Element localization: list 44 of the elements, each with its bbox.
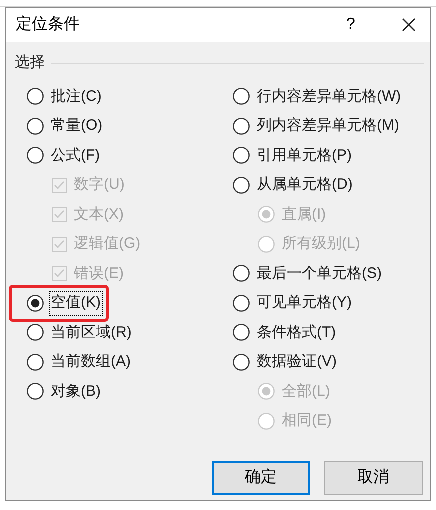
option-label: 相同(E)	[281, 411, 333, 431]
radio-button[interactable]	[27, 324, 44, 342]
radio-button[interactable]	[233, 176, 250, 194]
radio-button[interactable]	[27, 88, 44, 106]
radio-button[interactable]	[233, 324, 250, 342]
option-label: 直属(I)	[281, 204, 328, 224]
option-label: 列内容差异单元格(M)	[256, 116, 400, 136]
option-label: 行内容差异单元格(W)	[256, 86, 402, 106]
help-button[interactable]: ?	[336, 10, 366, 40]
option-label: 从属单元格(D)	[256, 175, 354, 195]
option-label: 全部(L)	[281, 382, 332, 402]
option-label: 对象(B)	[50, 382, 102, 402]
close-icon	[402, 18, 416, 32]
option-label: 所有级别(L)	[281, 234, 362, 254]
option-label: 可见单元格(Y)	[256, 293, 353, 313]
option-label: 批注(C)	[50, 86, 103, 106]
option-label: 条件格式(T)	[256, 322, 338, 342]
option-label: 公式(F)	[50, 146, 102, 166]
option-label: 错误(E)	[73, 264, 125, 284]
dialog-button[interactable]: 确定	[212, 461, 310, 495]
radio-button[interactable]	[27, 354, 44, 371]
radio-button[interactable]	[27, 118, 44, 135]
radio-button[interactable]	[233, 354, 250, 371]
radio-button[interactable]	[27, 383, 44, 400]
radio-button[interactable]	[233, 118, 250, 135]
option-label: 数据验证(V)	[256, 352, 338, 372]
option-label: 数字(U)	[73, 175, 126, 195]
option-label: 文本(X)	[73, 204, 125, 224]
dialog-button[interactable]: 取消	[324, 461, 423, 495]
option-label: 引用单元格(P)	[256, 146, 353, 166]
radio-button[interactable]	[233, 88, 250, 106]
radio-button[interactable]	[233, 147, 250, 164]
group-title: 选择	[15, 52, 45, 73]
option-label: 当前数组(A)	[50, 352, 132, 372]
option-label: 空值(K)	[50, 292, 102, 314]
radio-button[interactable]	[27, 147, 44, 164]
radio-button[interactable]	[233, 265, 250, 282]
radio-button[interactable]	[27, 294, 44, 312]
option-label: 逻辑值(G)	[73, 234, 142, 254]
option-label: 当前区域(R)	[50, 322, 133, 342]
option-label: 最后一个单元格(S)	[256, 264, 383, 284]
option-label: 常量(O)	[50, 116, 104, 136]
radio-button[interactable]	[233, 294, 250, 312]
window-title: 定位条件	[16, 14, 80, 35]
